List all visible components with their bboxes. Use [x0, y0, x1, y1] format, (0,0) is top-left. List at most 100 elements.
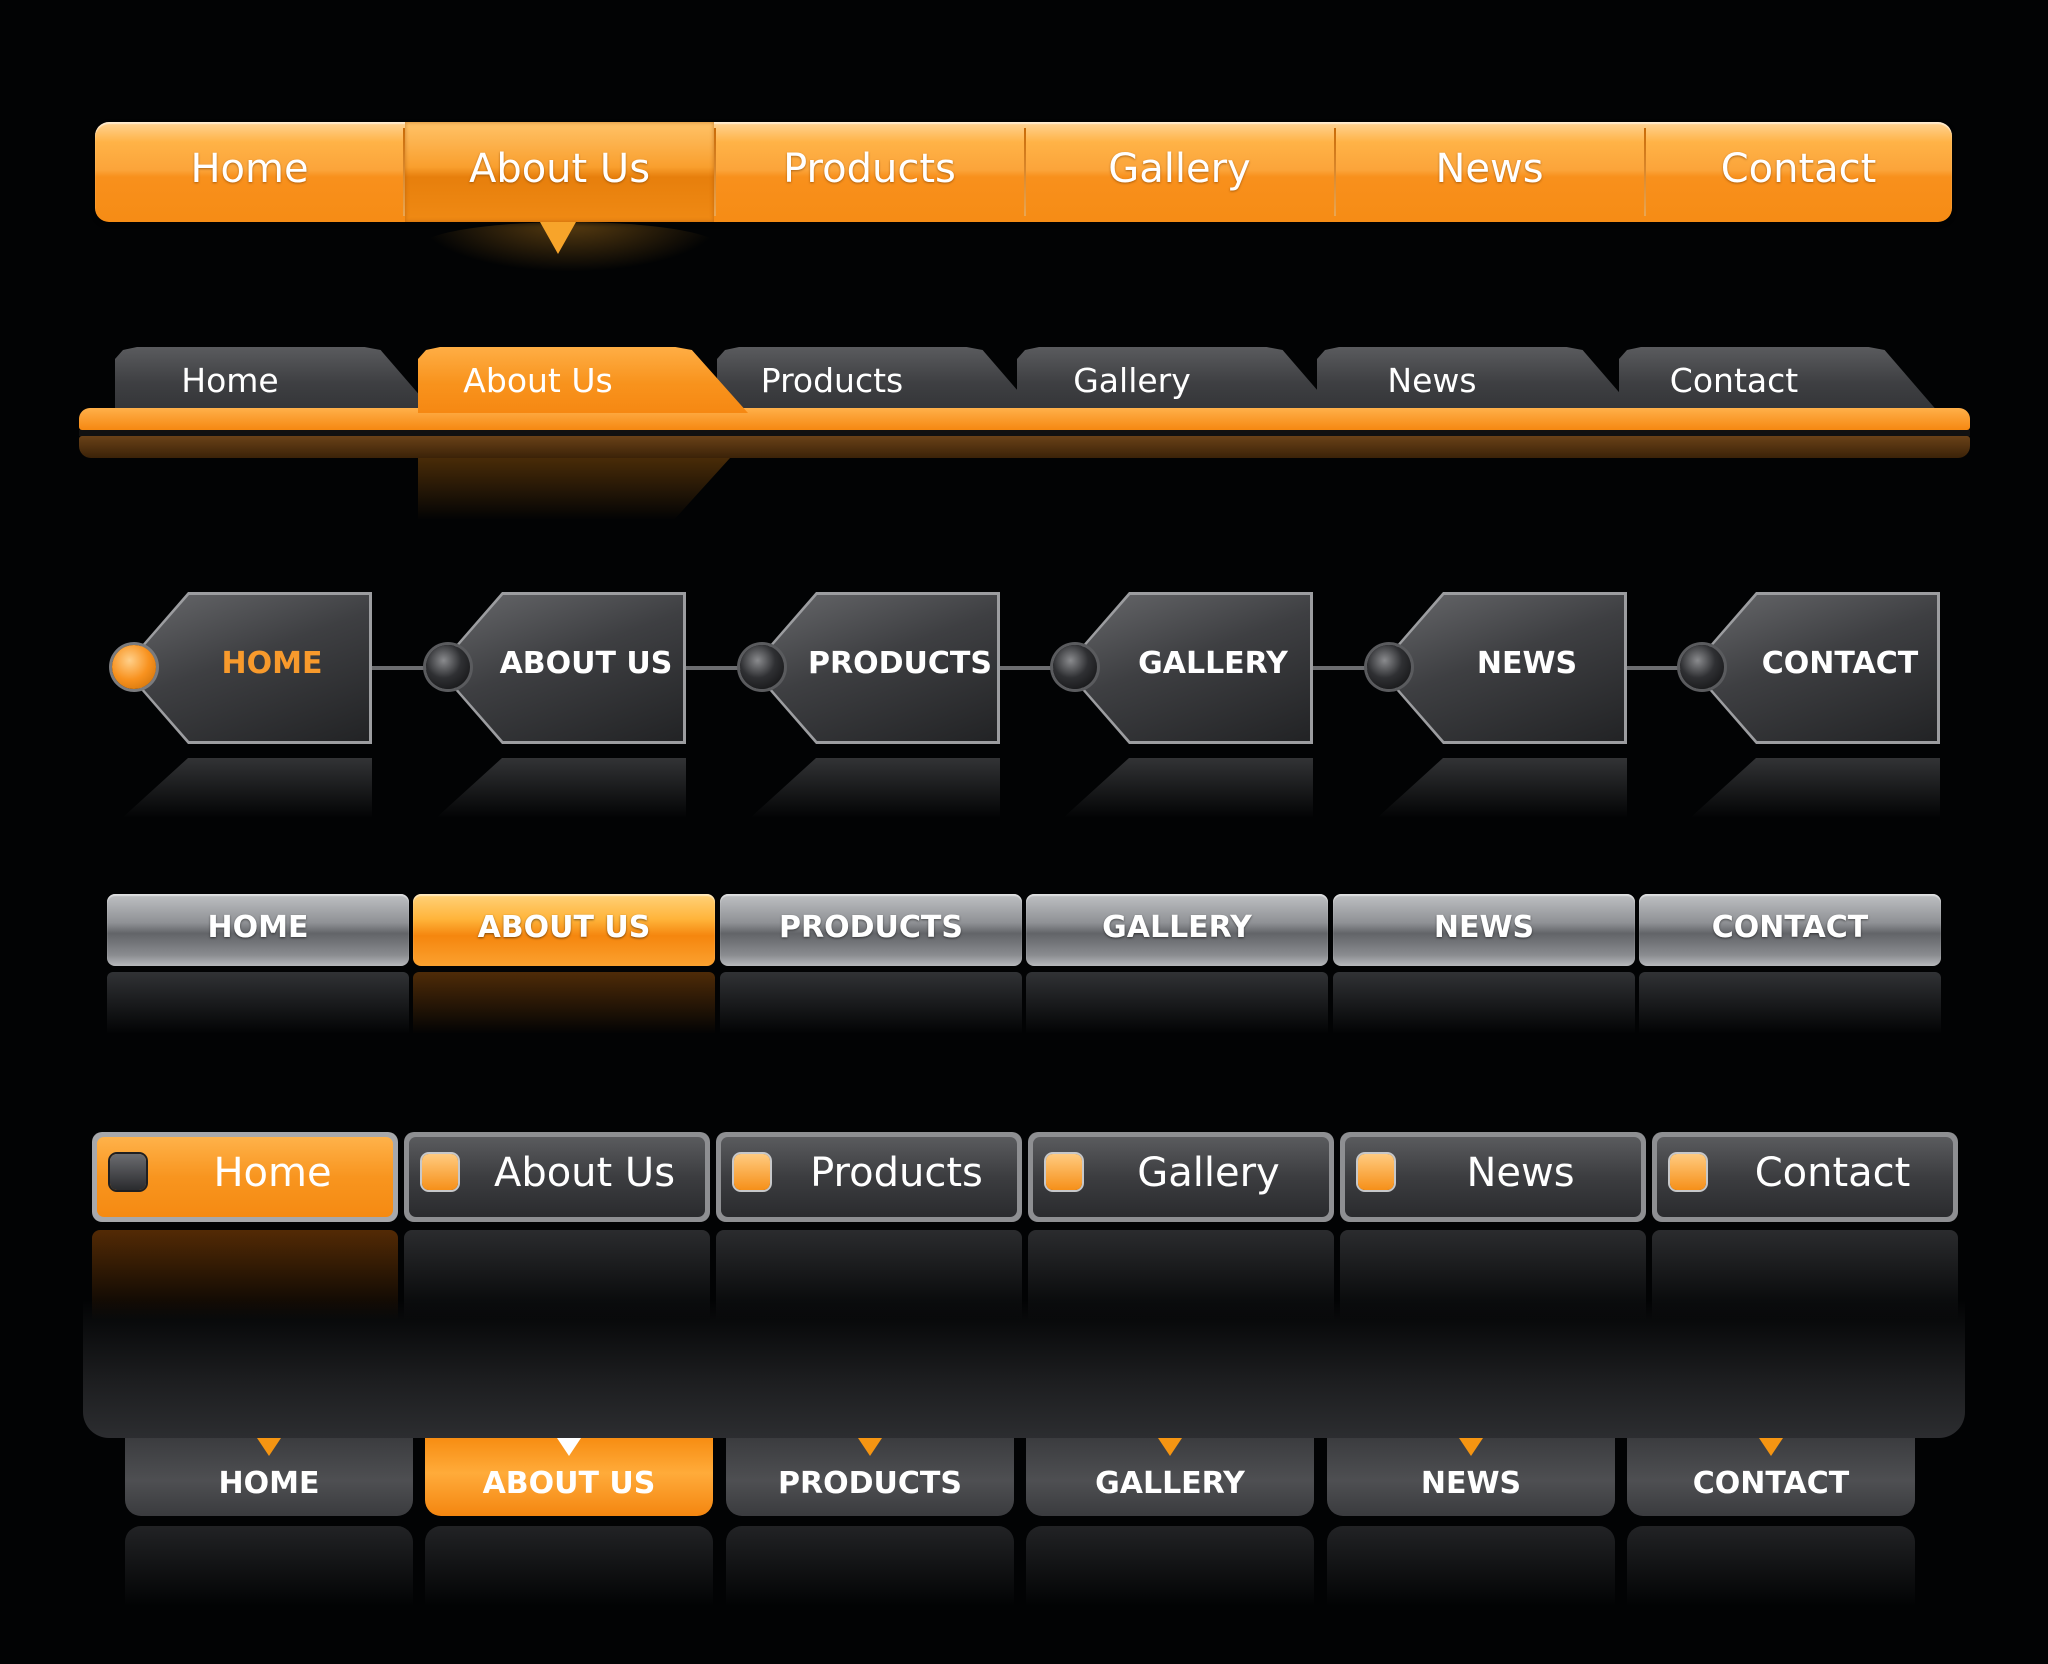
button-contact[interactable]: Contact: [1652, 1132, 1958, 1222]
tab-contact[interactable]: Contact: [1619, 347, 1939, 413]
button-label: ABOUT US: [477, 910, 651, 945]
tab-home[interactable]: HOME: [125, 1438, 413, 1516]
nav-bar-glossy: Home About Us Products Gallery News Cont…: [95, 122, 1952, 222]
tag-label: ABOUT US: [499, 646, 673, 681]
button-reflection: [1639, 972, 1941, 1034]
button-products[interactable]: PRODUCTS: [720, 894, 1022, 966]
button-label: CONTACT: [1711, 910, 1869, 945]
button-label: News: [1466, 1150, 1575, 1196]
button-gallery[interactable]: Gallery: [1028, 1132, 1334, 1222]
tag-reflection: [1377, 758, 1627, 818]
button-reflection: [107, 972, 409, 1034]
tag-products[interactable]: PRODUCTS: [750, 592, 1000, 744]
tab-rail: [79, 408, 1970, 430]
button-about-us[interactable]: About Us: [404, 1132, 710, 1222]
square-icon: [1046, 1154, 1082, 1190]
button-contact[interactable]: CONTACT: [1639, 894, 1941, 966]
tag-reflection: [122, 758, 372, 818]
tab-about-us[interactable]: About Us: [418, 347, 748, 413]
tag-home[interactable]: HOME: [122, 592, 372, 744]
tab-label: ABOUT US: [482, 1466, 656, 1501]
bullet-orange-icon: [112, 645, 156, 689]
tab-label: Home: [181, 361, 279, 400]
button-label: About Us: [493, 1150, 676, 1196]
tag-about-us[interactable]: ABOUT US: [436, 592, 686, 744]
nav-item-products[interactable]: Products: [715, 122, 1024, 222]
tab-label: PRODUCTS: [778, 1466, 962, 1501]
nav-item-label: Home: [190, 146, 309, 192]
button-home[interactable]: Home: [92, 1132, 398, 1222]
tab-header-panel: [83, 1300, 1965, 1438]
tab-reflection: [425, 1526, 713, 1606]
tab-label: Products: [760, 361, 904, 400]
tag-reflection: [1690, 758, 1940, 818]
tab-products[interactable]: PRODUCTS: [726, 1438, 1014, 1516]
square-icon: [110, 1154, 146, 1190]
button-label: HOME: [207, 910, 309, 945]
nav-item-about-us[interactable]: About Us: [405, 122, 714, 222]
nav-item-news[interactable]: News: [1335, 122, 1644, 222]
button-label: Products: [810, 1150, 983, 1196]
tab-label: HOME: [218, 1466, 320, 1501]
tag-label: CONTACT: [1761, 646, 1919, 681]
button-gallery[interactable]: GALLERY: [1026, 894, 1328, 966]
tab-news[interactable]: News: [1317, 347, 1637, 413]
tab-news[interactable]: NEWS: [1327, 1438, 1615, 1516]
down-arrow-icon: [1759, 1438, 1783, 1456]
bullet-gray-icon: [1367, 645, 1411, 689]
button-reflection: [1333, 972, 1635, 1034]
tab-reflection: [125, 1526, 413, 1606]
square-icon: [1358, 1154, 1394, 1190]
button-news[interactable]: News: [1340, 1132, 1646, 1222]
bullet-gray-icon: [426, 645, 470, 689]
tag-gallery[interactable]: GALLERY: [1063, 592, 1313, 744]
tab-reflection: [1627, 1526, 1915, 1606]
button-products[interactable]: Products: [716, 1132, 1022, 1222]
square-icon: [1670, 1154, 1706, 1190]
tab-label: Gallery: [1073, 361, 1191, 400]
button-label: Contact: [1754, 1150, 1911, 1196]
button-reflection: [720, 972, 1022, 1034]
tab-contact[interactable]: CONTACT: [1627, 1438, 1915, 1516]
nav-item-contact[interactable]: Contact: [1645, 122, 1952, 222]
bullet-gray-icon: [1680, 645, 1724, 689]
nav-item-gallery[interactable]: Gallery: [1025, 122, 1334, 222]
button-about-us[interactable]: ABOUT US: [413, 894, 715, 966]
tag-news[interactable]: NEWS: [1377, 592, 1627, 744]
nav-item-home[interactable]: Home: [95, 122, 404, 222]
down-arrow-icon: [257, 1438, 281, 1456]
tab-about-us[interactable]: ABOUT US: [425, 1438, 713, 1516]
button-home[interactable]: HOME: [107, 894, 409, 966]
tag-contact[interactable]: CONTACT: [1690, 592, 1940, 744]
nav-item-label: News: [1435, 146, 1544, 192]
down-arrow-icon: [858, 1438, 882, 1456]
tag-label: HOME: [221, 646, 323, 681]
tab-reflection: [1026, 1526, 1314, 1606]
tab-reflection: [418, 458, 730, 520]
tag-label: PRODUCTS: [808, 646, 992, 681]
tag-reflection: [436, 758, 686, 818]
tab-label: GALLERY: [1095, 1466, 1245, 1501]
tag-reflection: [1063, 758, 1313, 818]
active-pointer-icon: [540, 222, 576, 254]
nav-item-label: About Us: [468, 146, 651, 192]
down-arrow-icon: [1158, 1438, 1182, 1456]
button-label: NEWS: [1433, 910, 1535, 945]
nav-item-label: Gallery: [1108, 146, 1251, 192]
tab-gallery[interactable]: Gallery: [1017, 347, 1337, 413]
tab-reflection: [726, 1526, 1014, 1606]
tab-home[interactable]: Home: [115, 347, 435, 413]
tab-label: About Us: [463, 361, 613, 400]
square-icon: [734, 1154, 770, 1190]
tab-products[interactable]: Products: [717, 347, 1037, 413]
button-reflection: [1026, 972, 1328, 1034]
tab-reflection: [1327, 1526, 1615, 1606]
button-label: PRODUCTS: [779, 910, 963, 945]
tag-label: NEWS: [1476, 646, 1578, 681]
nav-item-label: Contact: [1720, 146, 1877, 192]
square-icon: [422, 1154, 458, 1190]
tag-reflection: [750, 758, 1000, 818]
nav-item-label: Products: [783, 146, 956, 192]
tab-gallery[interactable]: GALLERY: [1026, 1438, 1314, 1516]
button-news[interactable]: NEWS: [1333, 894, 1635, 966]
